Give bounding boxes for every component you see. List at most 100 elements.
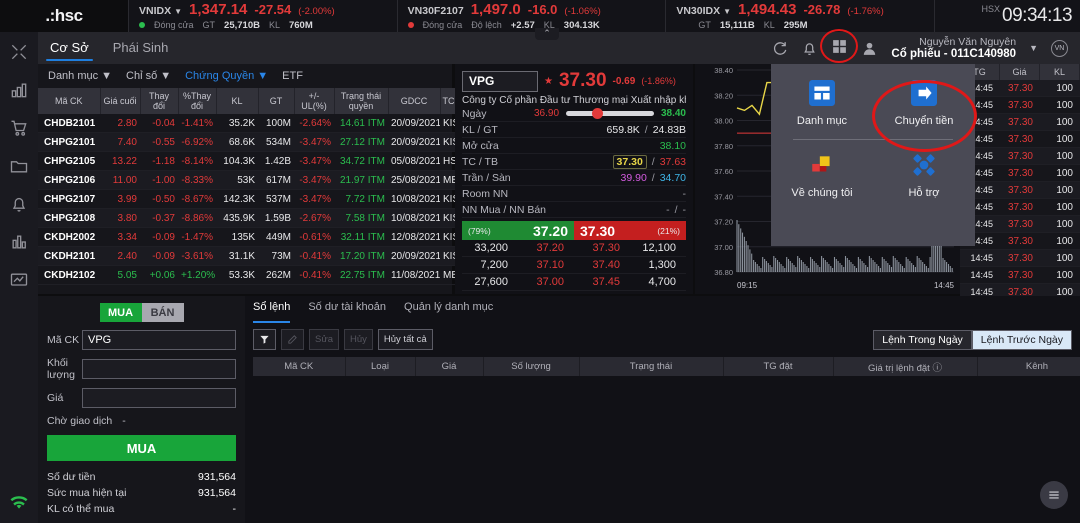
user-icon[interactable] <box>861 40 878 57</box>
ob-column-header[interactable]: Giá <box>415 357 484 376</box>
account-info[interactable]: Nguyễn Văn Nguyên Cổ phiếu - 011C140980 <box>891 36 1016 60</box>
chevron-down-icon[interactable]: ▼ <box>174 5 182 18</box>
popup-item-ho-tro[interactable]: Hỗ trợ <box>873 148 975 203</box>
filter-button[interactable] <box>253 329 276 350</box>
best-ask[interactable]: 37.30 (21%) <box>574 221 686 240</box>
ob-column-header[interactable]: TG đặt <box>723 357 834 376</box>
monitor-icon[interactable] <box>9 270 29 290</box>
table-row[interactable]: CHPG2105 13.22 -1.18 -8.14% 104.3K 1.42B -3.47… <box>38 151 462 171</box>
col-pct-thay-doi[interactable]: %Thay đổi <box>178 88 217 114</box>
ob-column-header[interactable]: Giá trị lệnh đặt ⓘ <box>833 357 978 376</box>
table-row[interactable]: CHPG2106 11.00 -1.00 -8.33% 53K 617M -3.47% 21.… <box>38 170 462 190</box>
chart-bar-icon[interactable] <box>9 80 29 100</box>
col-trang-thai-quyen[interactable]: Trạng thái quyền <box>334 88 389 114</box>
index-cell-0[interactable]: VNIDX ▼ 1,347.14 -27.54 (-2.00%) Đóng cử… <box>128 0 397 32</box>
folder-icon[interactable] <box>9 156 29 176</box>
apps-grid-button[interactable] <box>820 29 859 63</box>
resize-icon[interactable] <box>9 42 29 62</box>
buy-tab[interactable]: MUA <box>99 303 142 322</box>
popup-item-danh-muc[interactable]: Danh mục <box>771 76 873 131</box>
index-cell-1[interactable]: VN30F2107 1,497.0 -16.0 (-1.06%) Đóng cử… <box>396 0 666 32</box>
wl-tab-chung-quyen[interactable]: Chứng Quyền ▼ <box>185 70 268 82</box>
ob-column-header[interactable]: Mã CK <box>253 357 346 376</box>
tc-value: 37.30 <box>612 154 647 169</box>
ob-column-header[interactable]: Loại <box>345 357 416 376</box>
quantity-input[interactable] <box>82 359 236 379</box>
tab-quan-ly-danh-muc[interactable]: Quản lý danh mục <box>404 301 493 321</box>
cell-symbol[interactable]: CKDH2101 <box>38 246 100 266</box>
chevron-down-icon[interactable]: ▼ <box>257 70 268 82</box>
wl-tab-chi-so[interactable]: Chỉ số ▼ <box>126 70 171 82</box>
cell-symbol[interactable]: CHDB2101 <box>38 114 100 133</box>
col-gia-cuoi[interactable]: Giá cuối <box>100 88 141 114</box>
range-prev-button[interactable]: Lệnh Trước Ngày <box>971 329 1072 350</box>
popup-item-chuyen-tien[interactable]: Chuyển tiền <box>873 76 975 131</box>
collapse-ticker-button[interactable]: ⌃ <box>535 28 559 40</box>
col-ma-ck[interactable]: Mã CK <box>38 88 101 114</box>
svg-text:37.20: 37.20 <box>714 218 733 227</box>
table-row[interactable]: CKDH2002 3.34 -0.09 -1.47% 135K 449M -0.61% 32.… <box>38 227 462 247</box>
grid-icon[interactable] <box>831 38 848 55</box>
table-row[interactable]: CHPG2107 3.99 -0.50 -8.67% 142.3K 537M -3.47% 7… <box>38 189 462 209</box>
orderbook-toolbar: Sửa Hủy Hủy tất cả Lệnh Trong Ngày Lệnh … <box>253 329 1072 350</box>
chevron-down-icon[interactable]: ▼ <box>723 5 731 18</box>
col-ul[interactable]: +/- UL(%) <box>294 88 335 114</box>
cell-symbol[interactable]: CHPG2101 <box>38 132 100 152</box>
cell-symbol[interactable]: CHPG2108 <box>38 208 100 228</box>
cell-last: 2.80 <box>100 114 140 133</box>
refresh-icon[interactable] <box>771 40 788 57</box>
depth-row[interactable]: 33,200 37.20 37.30 12,100 <box>462 240 686 257</box>
table-row[interactable]: CHPG2108 3.80 -0.37 -8.86% 435.9K 1.59B -2.67%… <box>38 208 462 228</box>
cancel-all-button[interactable]: Hủy tất cả <box>377 329 433 350</box>
index-cell-2[interactable]: VN30IDX ▼ 1,494.43 -26.78 (-1.76%) GT 15… <box>665 0 934 32</box>
symbol-input[interactable] <box>82 330 236 350</box>
ob-column-header[interactable]: Số lượng <box>483 357 580 376</box>
tab-co-so[interactable]: Cơ Sở <box>38 32 101 64</box>
cell-symbol[interactable]: CKDH2102 <box>38 265 100 285</box>
day-range-slider[interactable] <box>566 108 654 119</box>
depth-row[interactable]: 27,600 37.00 37.45 4,700 <box>462 274 686 291</box>
brand-logo: .:hsc <box>0 0 128 32</box>
col-kl[interactable]: KL <box>216 88 259 114</box>
col-gdcc[interactable]: GDCC <box>388 88 441 114</box>
tab-so-du-tai-khoan[interactable]: Số dư tài khoản <box>308 301 386 321</box>
cell-symbol[interactable]: CHPG2106 <box>38 170 100 190</box>
cell-symbol[interactable]: CHPG2107 <box>38 189 100 209</box>
table-row[interactable]: CHPG2101 7.40 -0.55 -6.92% 68.6K 534M -3.47% 27… <box>38 132 462 152</box>
cart-icon[interactable] <box>9 118 29 138</box>
col-gt[interactable]: GT <box>258 88 295 114</box>
bell-icon[interactable] <box>9 194 29 214</box>
cell-symbol[interactable]: CKDH2002 <box>38 227 100 247</box>
best-bid[interactable]: (79%) 37.20 <box>462 221 574 240</box>
chevron-down-icon[interactable]: ▼ <box>101 70 112 82</box>
avatar[interactable]: VN <box>1051 39 1068 57</box>
tape-col-kl: KL <box>1040 64 1080 80</box>
price-input[interactable] <box>82 388 236 408</box>
bell-icon[interactable] <box>801 40 818 57</box>
popup-item-ve-chung-toi[interactable]: Về chúng tôi <box>771 148 873 203</box>
tab-so-lenh[interactable]: Sổ lệnh <box>253 301 291 323</box>
cell-symbol[interactable]: CHPG2105 <box>38 151 100 171</box>
symbol-search-input[interactable] <box>462 70 538 92</box>
stats-icon[interactable] <box>9 232 29 252</box>
wl-tab-danh-muc[interactable]: Danh mục ▼ <box>48 70 112 82</box>
chevron-down-icon[interactable]: ▼ <box>1029 43 1038 53</box>
ob-column-header[interactable]: Trạng thái <box>579 357 724 376</box>
table-row[interactable]: CKDH2101 2.40 -0.09 -3.61% 31.1K 73M -0.41% 17.… <box>38 246 462 266</box>
apps-popup-menu[interactable]: Danh mục Chuyển tiền Về chúng tôi Hỗ trợ <box>771 64 975 246</box>
submit-buy-button[interactable]: MUA <box>47 435 236 461</box>
wl-tab-etf[interactable]: ETF <box>282 70 303 82</box>
depth-row[interactable]: 7,200 37.10 37.40 1,300 <box>462 257 686 274</box>
menu-fab-button[interactable] <box>1040 481 1068 509</box>
col-thay-doi[interactable]: Thay đổi <box>140 88 179 114</box>
range-today-button[interactable]: Lệnh Trong Ngày <box>873 329 972 350</box>
tab-phai-sinh[interactable]: Phái Sinh <box>101 32 181 64</box>
sell-tab[interactable]: BÁN <box>141 303 184 322</box>
chevron-down-icon[interactable]: ▼ <box>160 70 171 82</box>
index-m2-value: 304.13K <box>563 19 600 31</box>
table-row[interactable]: CKDH2102 5.05 +0.06 +1.20% 53.3K 262M -0.41% 22… <box>38 265 462 285</box>
ob-column-header[interactable]: Kênh <box>977 357 1080 376</box>
index-m2-label: KL <box>763 19 775 30</box>
star-icon[interactable]: ★ <box>544 76 553 87</box>
table-row[interactable]: CHDB2101 2.80 -0.04 -1.41% 35.2K 100M -2.64% 14… <box>38 114 462 133</box>
